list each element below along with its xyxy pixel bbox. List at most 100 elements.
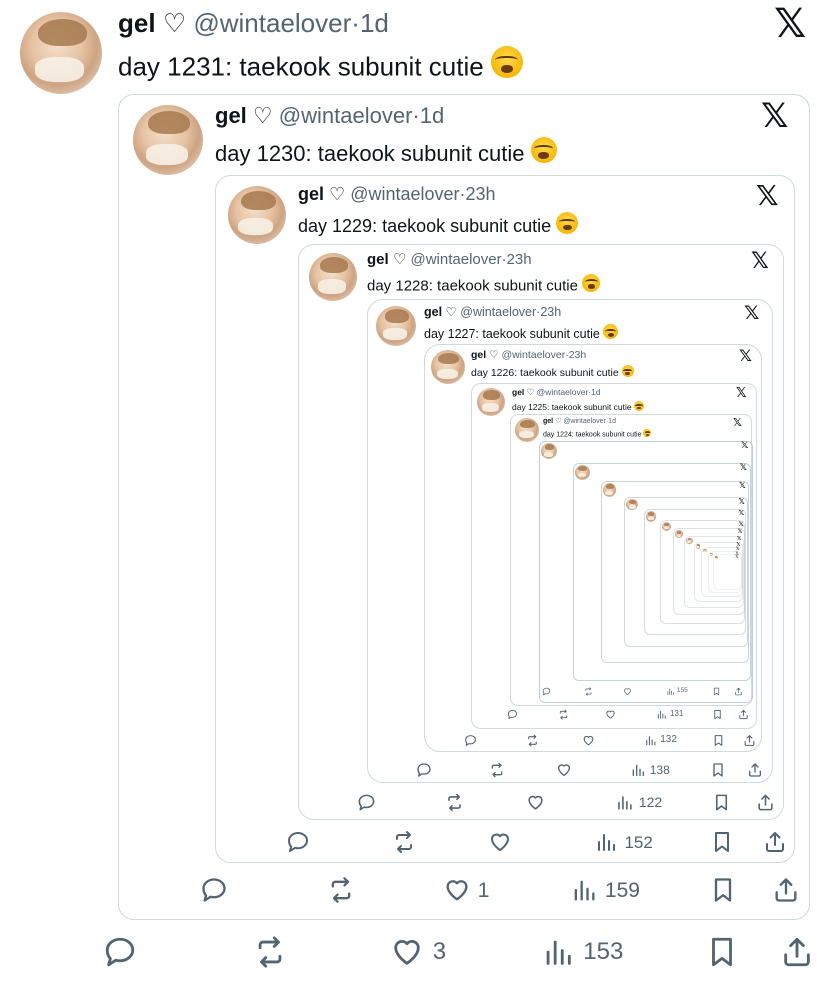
views-button[interactable]: 132 — [644, 734, 677, 747]
display-name[interactable]: gel — [118, 8, 156, 38]
display-name[interactable]: gel — [471, 349, 486, 361]
reply-button[interactable] — [286, 830, 310, 854]
heart-icon — [558, 764, 571, 776]
repost-button[interactable] — [558, 708, 569, 720]
views-button[interactable]: 155 — [666, 687, 688, 696]
views-button[interactable]: 159 — [570, 876, 640, 904]
repost-icon — [259, 936, 282, 968]
share-button[interactable] — [747, 762, 763, 778]
x-logo-icon[interactable]: 𝕏 — [736, 387, 746, 400]
views-button[interactable]: 153 — [541, 935, 623, 969]
timestamp[interactable]: 1d — [360, 8, 389, 38]
reply-button[interactable] — [464, 734, 477, 747]
like-button[interactable] — [582, 734, 595, 747]
avatar[interactable] — [376, 306, 416, 346]
repost-icon — [396, 831, 413, 853]
repost-button[interactable] — [392, 830, 416, 854]
views-button[interactable]: 138 — [630, 762, 670, 778]
reply-button[interactable] — [507, 709, 518, 720]
reply-button[interactable] — [200, 876, 228, 904]
repost-button[interactable] — [526, 734, 539, 747]
heart-glyph: ♡ — [252, 103, 273, 128]
quoted-tweet[interactable]: gel ♡ @wintaelover·1d day 1225: taekook … — [471, 383, 757, 729]
tweet-header: gel ♡ @wintaelover·1d — [215, 105, 444, 127]
share-button[interactable] — [738, 709, 749, 720]
avatar[interactable] — [431, 350, 465, 384]
reply-button[interactable] — [357, 793, 376, 812]
x-logo-icon[interactable]: 𝕏 — [756, 182, 779, 210]
like-button[interactable]: 1 — [443, 876, 489, 904]
avatar — [709, 552, 713, 556]
display-name[interactable]: gel — [298, 184, 324, 204]
repost-button[interactable] — [445, 793, 464, 812]
x-logo-icon[interactable]: 𝕏 — [751, 251, 769, 273]
username[interactable]: @wintaelover — [193, 8, 351, 38]
timestamp[interactable]: 23h — [466, 184, 496, 204]
timestamp[interactable]: 23h — [507, 251, 532, 268]
reply-button[interactable] — [103, 935, 137, 969]
share-button[interactable] — [780, 935, 814, 969]
bookmark-button[interactable] — [712, 734, 725, 747]
display-name[interactable]: gel — [215, 103, 247, 128]
timestamp[interactable]: 23h — [569, 349, 587, 361]
display-name[interactable]: gel — [367, 251, 389, 268]
repost-button[interactable] — [489, 762, 505, 778]
username[interactable]: @wintaelover — [350, 184, 459, 204]
timestamp[interactable]: 1d — [420, 103, 444, 128]
share-button[interactable] — [743, 734, 756, 747]
avatar[interactable] — [133, 105, 203, 175]
x-logo-icon[interactable]: 𝕏 — [761, 99, 788, 133]
view-count: 122 — [638, 794, 663, 810]
views-button[interactable]: 131 — [656, 709, 683, 720]
views-button[interactable]: 152 — [594, 830, 653, 854]
like-button[interactable] — [488, 830, 512, 854]
tweet-text: day 1229: taekook subunit cutie — [298, 212, 579, 235]
bookmark-button[interactable] — [712, 687, 721, 696]
bookmark-button[interactable] — [705, 935, 739, 969]
username[interactable]: @wintaelover — [501, 349, 565, 361]
views-button[interactable]: 122 — [615, 793, 662, 812]
repost-button[interactable] — [327, 876, 355, 904]
repost-button[interactable] — [584, 686, 593, 696]
reply-button[interactable] — [542, 687, 551, 696]
view-count: 152 — [624, 832, 653, 852]
timestamp[interactable]: 23h — [540, 305, 561, 319]
share-button[interactable] — [734, 687, 743, 696]
view-count: 138 — [649, 763, 670, 777]
timestamp[interactable]: 1d — [591, 387, 600, 397]
x-logo-icon[interactable]: 𝕏 — [744, 304, 759, 323]
repost-button[interactable] — [253, 935, 287, 969]
username[interactable]: @wintaelover — [279, 103, 413, 128]
share-button[interactable] — [763, 830, 787, 854]
repost-icon — [585, 686, 592, 696]
avatar[interactable] — [20, 12, 102, 94]
heart-icon — [491, 833, 510, 851]
username[interactable]: @wintaelover — [410, 251, 501, 268]
bookmark-button[interactable] — [710, 762, 726, 778]
like-button[interactable] — [623, 687, 632, 696]
avatar[interactable] — [228, 186, 286, 244]
share-button[interactable] — [756, 793, 775, 812]
x-logo-icon[interactable]: 𝕏 — [774, 4, 806, 44]
bookmark-button[interactable] — [712, 709, 723, 720]
tweet-text: day 1230: taekook subunit cutie — [215, 137, 557, 165]
share-button[interactable] — [772, 876, 800, 904]
username[interactable]: @wintaelover — [460, 305, 536, 319]
like-button[interactable]: 3 — [390, 935, 446, 969]
like-button[interactable] — [605, 709, 616, 720]
like-button[interactable] — [556, 762, 572, 778]
display-name[interactable]: gel — [512, 387, 524, 397]
quoted-tweet[interactable]: gel ♡ @wintaelover·1d day 1224: taekook … — [510, 414, 753, 706]
avatar[interactable] — [477, 388, 505, 416]
reply-button[interactable] — [416, 762, 432, 778]
bookmark-button[interactable] — [710, 830, 734, 854]
bookmark-button[interactable] — [709, 876, 737, 904]
display-name[interactable]: gel — [424, 305, 442, 319]
username[interactable]: @wintaelover — [537, 387, 589, 397]
like-button[interactable] — [526, 793, 545, 812]
x-logo-icon[interactable]: 𝕏 — [739, 348, 752, 364]
bookmark-button[interactable] — [712, 793, 731, 812]
quoted-tweet[interactable]: gel ♡ @wintaelover·23h day 1229: taekook… — [215, 175, 795, 863]
tweet-text-content: day 1231: taekook subunit cutie — [118, 51, 484, 82]
avatar[interactable] — [309, 253, 357, 301]
